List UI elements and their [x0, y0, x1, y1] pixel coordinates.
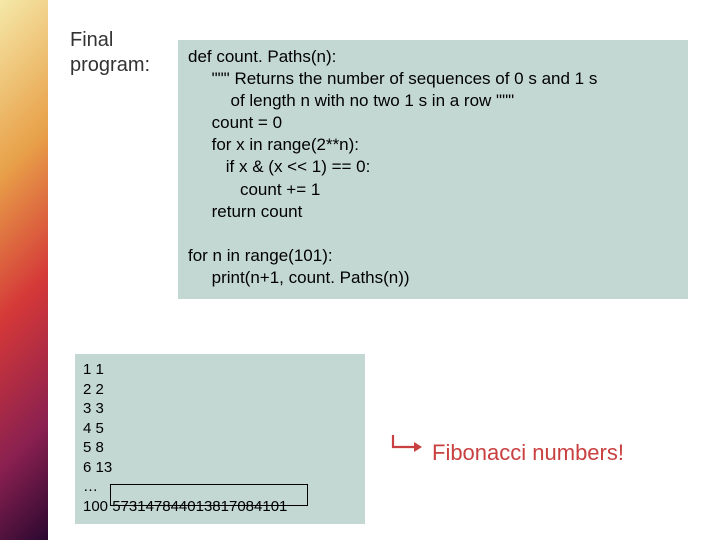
decorative-gradient-bar — [0, 0, 48, 540]
arrow-icon — [390, 432, 424, 458]
title-line-2: program: — [70, 54, 150, 76]
title-line-1: Final — [70, 29, 113, 51]
code-block: def count. Paths(n): """ Returns the num… — [178, 40, 688, 299]
slide-title: Final program: — [70, 28, 150, 78]
highlight-box — [110, 484, 308, 506]
fibonacci-annotation: Fibonacci numbers! — [432, 440, 624, 466]
